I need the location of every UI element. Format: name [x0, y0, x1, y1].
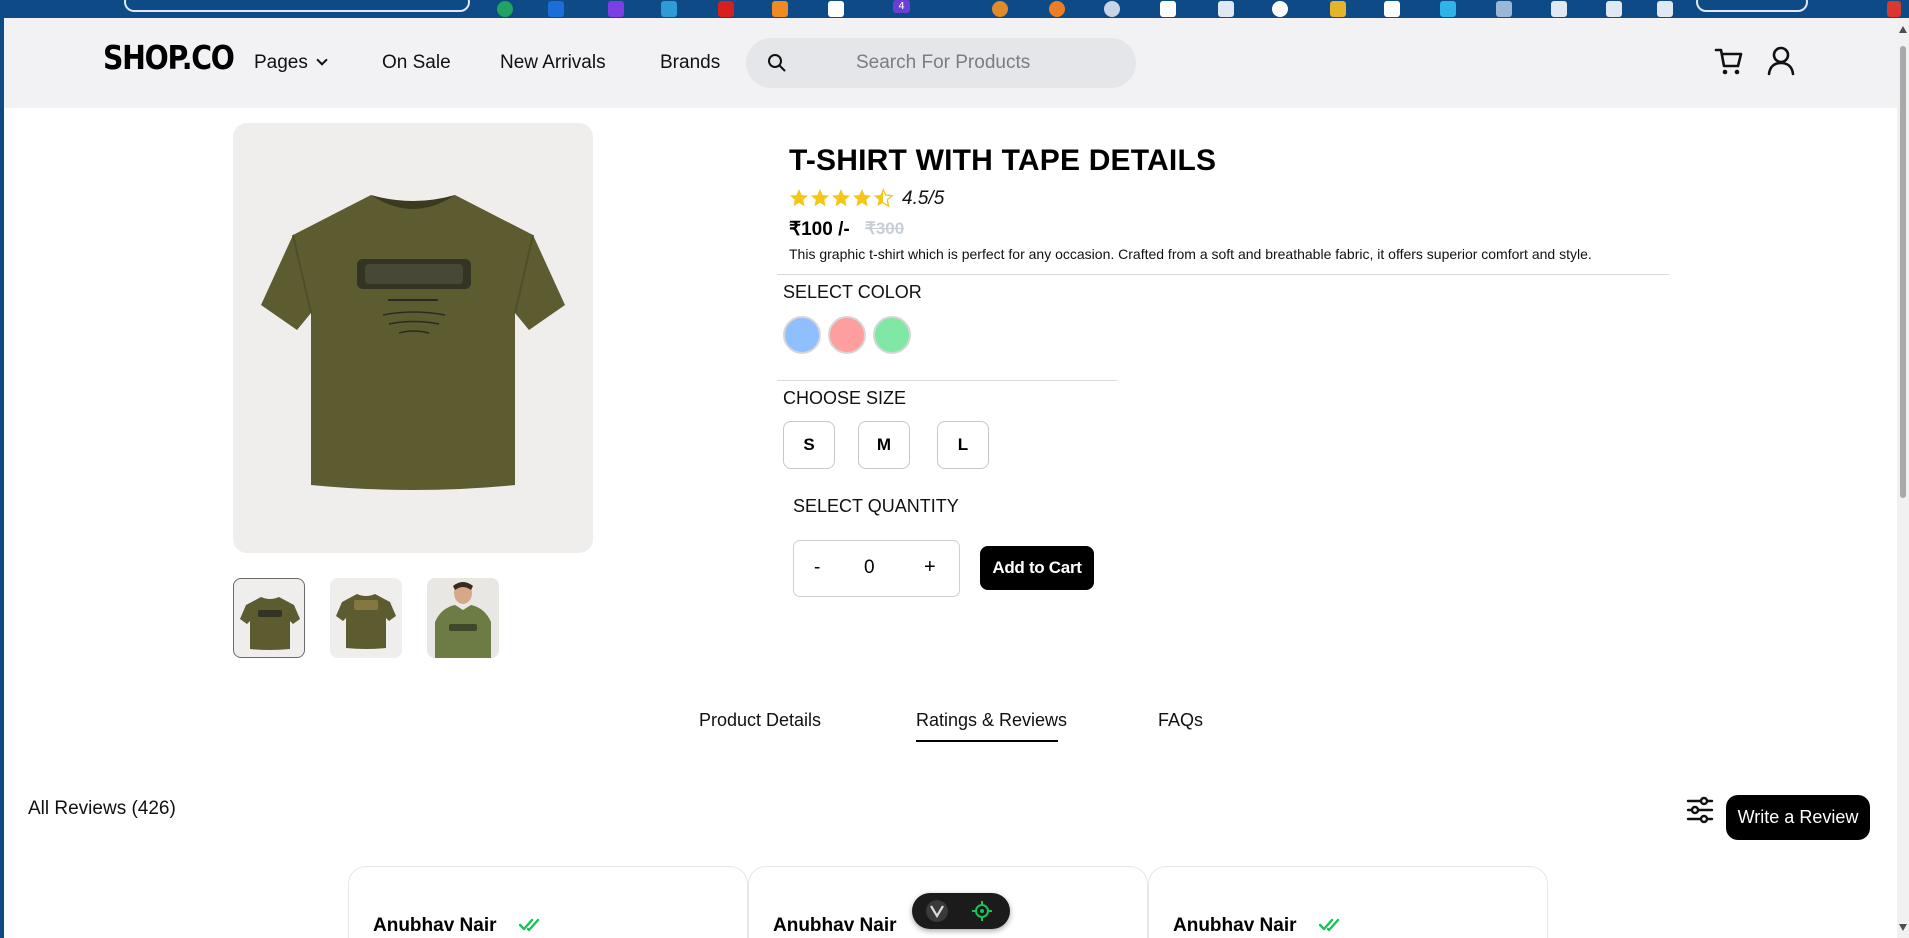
reviewer-name: Anubhav Nair — [773, 915, 897, 936]
divider — [777, 380, 1117, 381]
scroll-down-icon[interactable] — [1899, 924, 1907, 931]
star-icon — [811, 189, 829, 207]
half-star-icon — [874, 189, 883, 207]
product-main-image — [233, 123, 593, 553]
active-tab-indicator — [916, 740, 1058, 742]
bookmark-icon[interactable] — [497, 1, 513, 17]
extension-icon[interactable] — [1440, 1, 1456, 17]
product-title: T-SHIRT WITH TAPE DETAILS — [789, 144, 1217, 177]
extension-icon[interactable] — [1606, 1, 1622, 17]
bookmark-icon[interactable] — [608, 1, 624, 17]
bookmark-icon[interactable] — [772, 1, 788, 17]
original-price: ₹300 — [865, 219, 905, 238]
tab-ratings-reviews[interactable]: Ratings & Reviews — [916, 710, 1067, 731]
select-quantity-label: SELECT QUANTITY — [793, 496, 959, 516]
extension-badge: 4 — [893, 0, 910, 13]
extension-icon[interactable] — [1049, 1, 1065, 17]
search-bar[interactable] — [746, 38, 1136, 88]
add-to-cart-button[interactable]: Add to Cart — [980, 546, 1094, 590]
scroll-thumb[interactable] — [1900, 46, 1906, 498]
search-icon — [768, 54, 786, 72]
quantity-stepper: - 0 + — [793, 540, 960, 597]
bookmark-icon[interactable] — [661, 1, 677, 17]
tshirt-image — [261, 195, 565, 490]
chevron-down-icon — [316, 54, 328, 66]
tab-faqs[interactable]: FAQs — [1158, 710, 1203, 731]
bookmark-icon[interactable] — [828, 1, 844, 17]
quantity-decrement-button[interactable]: - — [814, 557, 820, 579]
all-reviews-heading: All Reviews (426) — [28, 798, 176, 819]
tshirt-back-thumbnail-image — [336, 594, 396, 649]
extension-icon[interactable] — [1160, 1, 1176, 17]
verified-check-icon — [1319, 918, 1340, 932]
user-icon[interactable] — [1767, 46, 1795, 76]
nav-new-arrivals[interactable]: New Arrivals — [500, 52, 606, 74]
site-logo[interactable]: SHOP.CO — [103, 38, 235, 77]
rating-value: 4.5/5 — [902, 188, 945, 209]
floating-toolbar — [912, 893, 1010, 929]
product-description: This graphic t-shirt which is perfect fo… — [789, 246, 1592, 262]
size-button-l[interactable]: L — [937, 421, 989, 469]
size-button-m[interactable]: M — [858, 421, 910, 469]
extension-icon[interactable] — [1330, 1, 1346, 17]
review-card: Anubhav Nair — [1148, 866, 1548, 938]
extension-icon[interactable] — [1887, 1, 1901, 17]
product-thumbnail[interactable] — [330, 578, 402, 658]
product-thumbnail[interactable] — [427, 578, 499, 658]
tshirt-thumbnail-image — [240, 597, 300, 650]
scroll-up-icon[interactable] — [1899, 26, 1907, 33]
nav-on-sale[interactable]: On Sale — [382, 52, 451, 74]
model-thumbnail-image — [427, 578, 499, 658]
product-thumbnail[interactable] — [233, 578, 305, 658]
browser-bookmark-bar: 4 — [0, 0, 1909, 18]
extension-icon[interactable] — [1657, 1, 1673, 17]
bookmark-icon[interactable] — [718, 1, 734, 17]
product-page: SHOP.CO Pages On Sale New Arrivals Brand… — [4, 18, 1897, 938]
color-swatch-pink[interactable] — [828, 316, 866, 354]
site-header: SHOP.CO Pages On Sale New Arrivals Brand… — [4, 18, 1897, 108]
select-color-label: SELECT COLOR — [783, 282, 922, 302]
review-card: Anubhav Nair — [348, 866, 748, 938]
bookmark-icon[interactable] — [548, 1, 564, 17]
tab-product-details[interactable]: Product Details — [699, 710, 821, 731]
reviewer-name: Anubhav Nair — [1173, 915, 1297, 936]
star-icon — [853, 189, 871, 207]
filter-icon[interactable] — [1686, 796, 1714, 824]
rating-stars — [790, 188, 894, 208]
extension-icon[interactable] — [1218, 1, 1234, 17]
search-input[interactable] — [856, 51, 1116, 75]
color-swatch-blue[interactable] — [783, 316, 821, 354]
extension-icon[interactable] — [1272, 1, 1288, 17]
nav-pages[interactable]: Pages — [254, 52, 328, 74]
address-bar[interactable] — [124, 0, 470, 12]
chevron-v-icon — [930, 905, 944, 919]
write-review-button[interactable]: Write a Review — [1726, 795, 1870, 840]
quantity-increment-button[interactable]: + — [924, 556, 936, 579]
nav-pages-label: Pages — [254, 52, 308, 73]
star-icon — [790, 189, 808, 207]
page-scrollbar[interactable] — [1897, 18, 1909, 938]
reviewer-name: Anubhav Nair — [373, 915, 497, 936]
star-icon — [832, 189, 850, 207]
cart-icon[interactable] — [1714, 46, 1744, 76]
extension-icon[interactable] — [1104, 1, 1120, 17]
current-price: ₹100 /- — [789, 219, 850, 240]
size-button-s[interactable]: S — [783, 421, 835, 469]
extension-icon[interactable] — [992, 1, 1008, 17]
verified-check-icon — [519, 918, 540, 932]
divider — [777, 274, 1669, 275]
color-swatch-green[interactable] — [873, 316, 911, 354]
nav-brands[interactable]: Brands — [660, 52, 720, 74]
vue-devtools-icon[interactable] — [926, 900, 948, 922]
extension-icon[interactable] — [1551, 1, 1567, 17]
profile-pill[interactable] — [1696, 0, 1808, 12]
target-icon[interactable] — [972, 901, 992, 921]
quantity-value[interactable]: 0 — [864, 557, 875, 579]
choose-size-label: CHOOSE SIZE — [783, 388, 907, 408]
extension-icon[interactable] — [1496, 1, 1512, 17]
extension-icon[interactable] — [1384, 1, 1400, 17]
